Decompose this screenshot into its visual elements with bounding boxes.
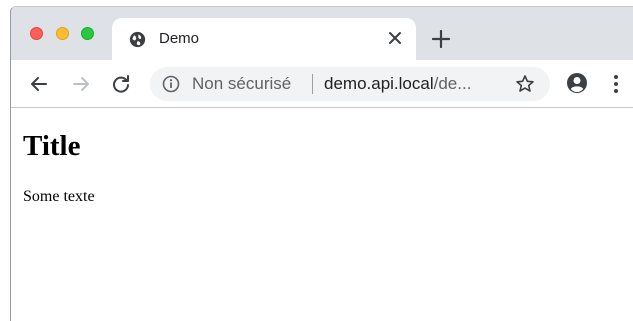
url-text[interactable]: demo.api.local/de... — [324, 74, 471, 94]
url-path: /de... — [433, 74, 472, 93]
tab-title: Demo — [159, 30, 200, 47]
globe-icon — [129, 31, 146, 48]
browser-toolbar: Non sécurisé demo.api.local/de... — [11, 60, 633, 108]
window-close-button[interactable] — [30, 27, 43, 40]
arrow-left-icon[interactable] — [29, 74, 49, 94]
page-paragraph: Some texte — [23, 188, 95, 205]
browser-window: Demo Non sécurisé demo.api.local/de... T… — [10, 6, 633, 321]
address-bar[interactable]: Non sécurisé demo.api.local/de... — [150, 67, 550, 101]
plus-icon[interactable] — [431, 29, 451, 49]
page-content: Title Some texte — [11, 108, 633, 321]
url-host: demo.api.local — [324, 74, 434, 93]
kebab-menu-icon[interactable] — [613, 74, 619, 94]
star-icon[interactable] — [515, 74, 535, 94]
page-heading: Title — [23, 130, 81, 162]
window-zoom-button[interactable] — [81, 27, 94, 40]
account-icon[interactable] — [566, 72, 588, 94]
close-icon[interactable] — [386, 29, 404, 47]
tab-demo[interactable]: Demo — [112, 18, 416, 60]
reload-icon[interactable] — [111, 74, 131, 94]
security-status-label[interactable]: Non sécurisé — [192, 74, 291, 94]
tab-strip: Demo — [11, 7, 633, 60]
window-minimize-button[interactable] — [56, 27, 69, 40]
arrow-right-icon[interactable] — [71, 74, 91, 94]
info-icon[interactable] — [162, 75, 180, 93]
address-divider — [312, 74, 313, 94]
